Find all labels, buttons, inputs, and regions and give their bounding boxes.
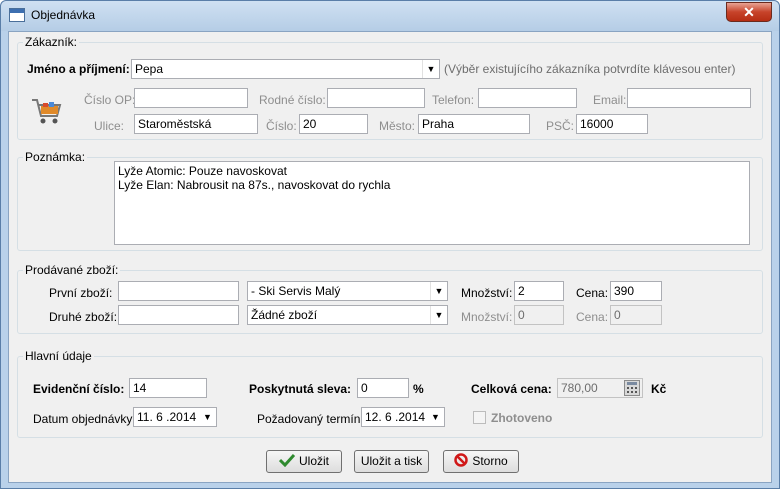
discount-field[interactable]: 0 — [357, 378, 409, 398]
order-date-picker[interactable]: 11. 6 .2014 ▼ — [133, 407, 217, 427]
street-label: Ulice: — [94, 119, 125, 133]
dropdown-arrow-icon[interactable]: ▼ — [427, 408, 444, 426]
checkmark-icon — [278, 453, 296, 468]
birth-number-label: Rodné číslo: — [259, 93, 326, 107]
second-price-label: Cena: — [576, 310, 609, 324]
form-body: Zákazník: Jméno a příjmení: Pepa ▼ (Výbě… — [8, 31, 772, 483]
second-quantity-field[interactable]: 0 — [514, 305, 564, 325]
window-title: Objednávka — [31, 8, 96, 22]
save-label: Uložit — [298, 454, 329, 468]
phone-field[interactable] — [478, 88, 577, 108]
customer-name-combo[interactable]: Pepa ▼ — [131, 59, 440, 79]
note-line-1: Lyže Atomic: Pouze navoskovat — [118, 164, 287, 178]
first-goods-label: První zboží: — [49, 286, 113, 300]
second-goods-combo[interactable]: Žádné zboží ▼ — [247, 305, 448, 325]
first-quantity-field[interactable]: 2 — [514, 281, 564, 301]
first-quantity-label: Množství: — [461, 286, 513, 300]
app-icon — [9, 8, 25, 22]
discount-label: Poskytnutá sleva: — [249, 382, 352, 396]
cancel-label: Storno — [472, 454, 508, 468]
discount-unit: % — [413, 382, 424, 396]
first-price-field[interactable]: 390 — [610, 281, 662, 301]
done-label: Zhotoveno — [491, 411, 553, 425]
cancel-icon — [454, 453, 469, 467]
first-goods-code-field[interactable] — [118, 281, 239, 301]
note-legend: Poznámka: — [23, 150, 88, 164]
shopping-cart-icon — [29, 94, 63, 128]
phone-label: Telefon: — [432, 93, 475, 107]
house-number-field[interactable]: 20 — [299, 114, 368, 134]
calculator-icon[interactable] — [624, 380, 640, 396]
save-button[interactable]: Uložit — [266, 450, 342, 473]
total-price-unit: Kč — [651, 382, 667, 396]
first-price-label: Cena: — [576, 286, 609, 300]
second-price-field[interactable]: 0 — [610, 305, 662, 325]
record-number-field[interactable]: 14 — [129, 378, 207, 398]
op-field[interactable] — [134, 88, 248, 108]
second-quantity-label: Množství: — [461, 310, 513, 324]
save-print-button[interactable]: Uložit a tisk — [354, 450, 429, 473]
dropdown-arrow-icon[interactable]: ▼ — [199, 408, 216, 426]
title-bar[interactable]: Objednávka ✕ — [1, 1, 779, 31]
street-field[interactable]: Staroměstská — [134, 114, 258, 134]
due-date-value: 12. 6 .2014 — [365, 410, 426, 424]
house-number-label: Číslo: — [266, 119, 297, 133]
due-date-label: Požadovaný termín: — [257, 412, 364, 426]
order-date-label: Datum objednávky: — [33, 412, 136, 426]
dropdown-arrow-icon[interactable]: ▼ — [430, 282, 447, 300]
email-field[interactable] — [627, 88, 751, 108]
goods-legend: Prodávané zboží: — [23, 263, 121, 277]
second-goods-value: Žádné zboží — [251, 308, 318, 322]
note-line-2: Lyže Elan: Nabrousit na 87s., navoskovat… — [118, 178, 391, 192]
order-date-value: 11. 6 .2014 — [137, 410, 197, 424]
dropdown-arrow-icon[interactable]: ▼ — [422, 60, 439, 78]
zip-field[interactable]: 16000 — [576, 114, 648, 134]
record-number-label: Evidenční číslo: — [33, 382, 125, 396]
first-goods-value: - Ski Servis Malý — [251, 284, 341, 298]
close-button[interactable]: ✕ — [726, 2, 772, 22]
customer-name-value: Pepa — [135, 62, 164, 76]
customer-hint: (Výběr existujícího zákazníka potvrdíte … — [444, 62, 736, 76]
name-label: Jméno a příjmení: — [27, 62, 130, 76]
done-checkbox[interactable] — [473, 411, 486, 424]
email-label: Email: — [593, 93, 627, 107]
zip-label: PSČ: — [546, 119, 575, 133]
save-print-label: Uložit a tisk — [360, 454, 423, 468]
city-label: Město: — [379, 119, 416, 133]
customer-legend: Zákazník: — [23, 35, 80, 49]
dropdown-arrow-icon[interactable]: ▼ — [430, 306, 447, 324]
first-goods-combo[interactable]: - Ski Servis Malý ▼ — [247, 281, 448, 301]
city-field[interactable]: Praha — [418, 114, 530, 134]
op-label: Číslo OP: — [84, 93, 136, 107]
order-window: Objednávka ✕ Zákazník: Jméno a příjmení:… — [0, 0, 780, 489]
main-data-legend: Hlavní údaje — [23, 349, 94, 363]
second-goods-code-field[interactable] — [118, 305, 239, 325]
cancel-button[interactable]: Storno — [443, 450, 519, 473]
note-textarea[interactable]: Lyže Atomic: Pouze navoskovat Lyže Elan:… — [114, 161, 750, 245]
birth-number-field[interactable] — [327, 88, 425, 108]
due-date-picker[interactable]: 12. 6 .2014 ▼ — [361, 407, 445, 427]
total-price-label: Celková cena: — [471, 382, 552, 396]
second-goods-label: Druhé zboží: — [49, 310, 118, 324]
